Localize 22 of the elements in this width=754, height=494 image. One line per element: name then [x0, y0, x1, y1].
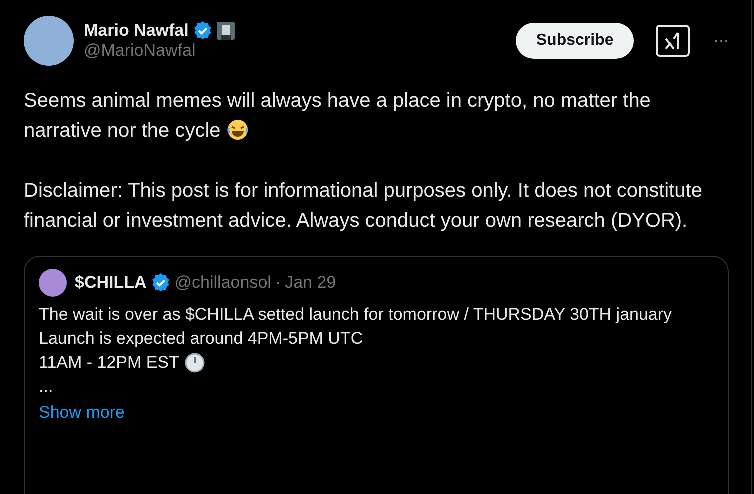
pixel-avatar-icon [216, 22, 235, 40]
show-more-link[interactable]: Show more [39, 401, 125, 425]
quoted-post-card[interactable]: $CHILLA @chillaonsol · Jan 29 The wait is over as $CHILLA setted launch for tomorrow / THURSDAY 30TH january Launch is expected around 4PM-5PM UTC 11AM - 12PM EST ... Show more [24, 256, 729, 494]
avatar-photo[interactable] [39, 269, 67, 297]
post-text: Disclaimer: This post is for informational purposes only. It does not constitute financial or investment advice. Always conduct your own research (DYOR). [24, 179, 704, 234]
more-button[interactable]: ··· [714, 32, 729, 50]
post-text: Seems animal memes will always have a place in crypto, no matter the narrative nor the cycle [24, 89, 652, 144]
clock-emoji-icon [185, 353, 206, 373]
post-date[interactable]: Jan 29 [285, 273, 336, 293]
quote-text: The wait is over as $CHILLA setted launch for tomorrow / THURSDAY 30TH january [39, 304, 672, 326]
quote-text: Launch is expected around 4PM-5PM UTC [39, 328, 364, 350]
avatar-photo[interactable] [24, 16, 74, 66]
separator-dot: · [275, 273, 282, 293]
grok-icon[interactable] [656, 25, 690, 57]
author-handle[interactable]: @MarioNawfal [84, 41, 506, 61]
author-name[interactable]: Mario Nawfal [84, 21, 189, 41]
quote-text: ... [39, 376, 54, 398]
quote-text: 11AM - 12PM EST [39, 352, 180, 374]
laughing-emoji-icon [226, 119, 249, 141]
subscribe-button[interactable]: Subscribe [516, 23, 634, 59]
quote-author-name[interactable]: $CHILLA [75, 273, 147, 293]
quote-author-handle[interactable]: @chillaonsol [174, 273, 272, 293]
